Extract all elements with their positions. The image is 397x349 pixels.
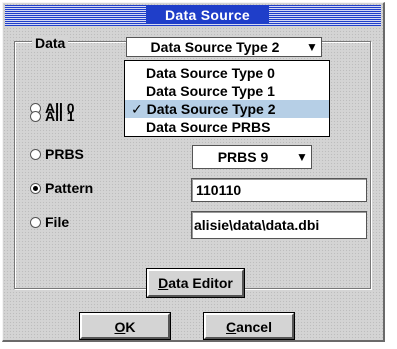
radio-all1-row[interactable]: All 1	[30, 107, 75, 125]
dropdown-option[interactable]: Data Source Type 0	[125, 64, 329, 82]
chevron-down-icon[interactable]: ▼	[293, 150, 311, 164]
data-group-label: Data	[32, 35, 69, 51]
data-editor-label-rest: ata Editor	[168, 275, 233, 291]
data-editor-button[interactable]: Data Editor	[146, 268, 245, 298]
radio-circle[interactable]	[30, 216, 41, 228]
window-title: Data Source	[146, 6, 269, 24]
radio-circle[interactable]	[30, 148, 41, 160]
radio-file[interactable]: File	[30, 213, 69, 231]
pattern-input[interactable]: 110110	[191, 178, 367, 202]
data-source-type-dropdown: Data Source Type 0 Data Source Type 1 ✓ …	[124, 60, 330, 137]
chevron-down-icon[interactable]: ▼	[303, 40, 321, 54]
cancel-button[interactable]: Cancel	[203, 312, 295, 340]
cancel-label-rest: ancel	[236, 319, 272, 335]
title-bar[interactable]: Data Source	[5, 5, 381, 26]
ok-mnemonic: O	[114, 319, 126, 335]
radio-file-label: File	[45, 214, 70, 230]
radio-prbs-label: PRBS	[45, 146, 84, 162]
prbs-value: PRBS 9	[217, 149, 269, 165]
checkmark-icon: ✓	[131, 101, 143, 117]
data-source-type-value: Data Source Type 2	[150, 39, 280, 55]
radio-all1-label: All 1	[45, 108, 75, 124]
cancel-mnemonic: C	[226, 319, 237, 335]
dropdown-option[interactable]: Data Source PRBS	[125, 118, 329, 136]
radio-pattern[interactable]: Pattern	[30, 179, 93, 197]
data-source-type-select[interactable]: Data Source Type 2 ▼	[126, 37, 322, 57]
prbs-select[interactable]: PRBS 9 ▼	[192, 145, 312, 169]
radio-prbs[interactable]: PRBS	[30, 145, 84, 163]
data-editor-mnemonic: D	[158, 275, 169, 291]
radio-pattern-label: Pattern	[45, 180, 94, 196]
radio-circle-checked[interactable]	[30, 182, 41, 194]
ok-button[interactable]: OK	[79, 312, 171, 340]
dropdown-option-label: Data Source Type 2	[146, 101, 276, 117]
radio-circle[interactable]	[30, 110, 41, 122]
file-path-input[interactable]: alisie\data\data.dbi	[191, 211, 367, 239]
ok-label-rest: K	[125, 319, 136, 335]
dropdown-option-selected[interactable]: ✓ Data Source Type 2	[125, 100, 329, 118]
dropdown-option[interactable]: Data Source Type 1	[125, 82, 329, 100]
